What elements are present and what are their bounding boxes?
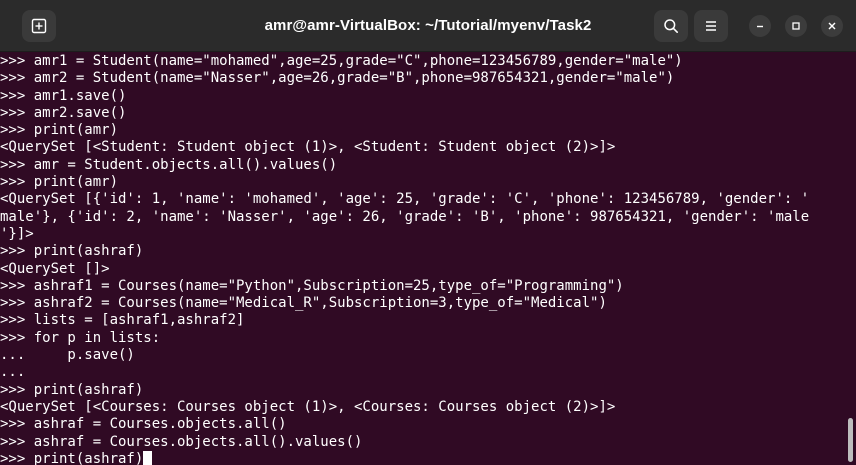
terminal-line: >>> ashraf1 = Courses(name="Python",Subs… — [0, 277, 624, 294]
terminal-line: >>> ashraf = Courses.objects.all().value… — [0, 433, 363, 450]
hamburger-menu-icon — [706, 21, 716, 31]
search-button[interactable] — [654, 10, 688, 42]
terminal-line: >>> amr = Student.objects.all().values() — [0, 156, 338, 173]
terminal-line: >>> amr2.save() — [0, 104, 127, 121]
terminal-line: <QuerySet [<Student: Student object (1)>… — [0, 139, 616, 156]
terminal-prompt-line: >>> print(ashraf) — [0, 450, 844, 465]
terminal-window: amr@amr-VirtualBox: ~/Tutorial/myenv/Tas… — [0, 0, 856, 465]
terminal-line: >>> lists = [ashraf1,ashraf2] — [0, 312, 245, 329]
maximize-icon — [792, 22, 800, 30]
terminal-line: <QuerySet [<Courses: Courses object (1)>… — [0, 398, 616, 415]
window-title: amr@amr-VirtualBox: ~/Tutorial/myenv/Tas… — [264, 17, 592, 34]
title-bar: amr@amr-VirtualBox: ~/Tutorial/myenv/Tas… — [0, 0, 856, 52]
new-tab-button[interactable] — [22, 10, 56, 42]
terminal-line: >>> for p in lists: — [0, 329, 161, 346]
terminal-line: >>> ashraf2 = Courses(name="Medical_R",S… — [0, 295, 607, 312]
terminal-line: <QuerySet []> — [0, 260, 110, 277]
new-tab-icon — [31, 18, 47, 34]
text-cursor — [143, 450, 153, 465]
current-command: >>> print(ashraf) — [0, 450, 144, 465]
scrollbar-track[interactable] — [844, 52, 856, 465]
terminal-line: >>> amr1 = Student(name="mohamed",age=25… — [0, 53, 683, 69]
search-icon — [664, 19, 678, 33]
terminal-line: >>> print(ashraf) — [0, 381, 144, 398]
maximize-button[interactable] — [785, 15, 807, 37]
terminal-line: >>> amr1.save() — [0, 87, 127, 104]
close-icon — [828, 22, 836, 30]
minimize-icon — [757, 25, 763, 28]
terminal-line: >>> print(amr) — [0, 174, 119, 191]
terminal-line: >>> print(ashraf) — [0, 243, 144, 260]
minimize-button[interactable] — [749, 15, 771, 37]
close-button[interactable] — [821, 15, 843, 37]
terminal-line: >>> ashraf = Courses.objects.all() — [0, 416, 287, 433]
terminal-line: ... p.save() — [0, 347, 135, 364]
terminal-line: <QuerySet [{'id': 1, 'name': 'mohamed', … — [0, 191, 810, 208]
terminal-line: >>> amr2 = Student(name="Nasser",age=26,… — [0, 70, 675, 87]
terminal-line: ... — [0, 364, 26, 381]
terminal-line: >>> print(amr) — [0, 122, 119, 139]
terminal-line: male'}, {'id': 2, 'name': 'Nasser', 'age… — [0, 208, 810, 225]
terminal-line: '}]> — [0, 225, 34, 242]
menu-button[interactable] — [694, 10, 728, 42]
scrollbar-thumb[interactable] — [848, 418, 853, 462]
terminal-lines: >>> amr1 = Student(name="mohamed",age=25… — [0, 52, 844, 465]
terminal-output-area[interactable]: >>> amr1 = Student(name="mohamed",age=25… — [0, 52, 856, 465]
